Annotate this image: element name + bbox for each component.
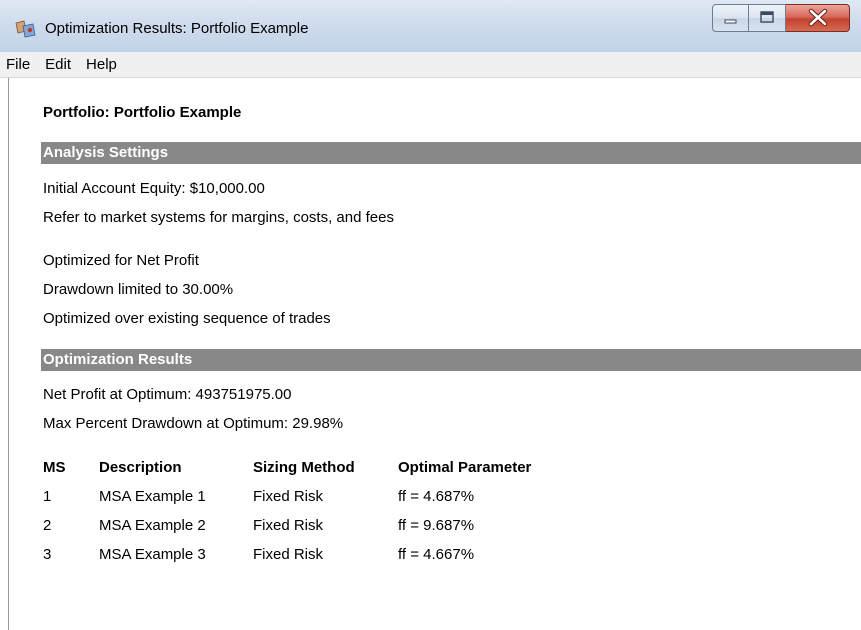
portfolio-title: Portfolio: Portfolio Example: [43, 104, 242, 121]
app-icon: [14, 19, 38, 39]
menu-file[interactable]: File: [6, 56, 30, 73]
row-ms: 2: [43, 517, 52, 534]
optimized-for-text: Optimized for Net Profit: [43, 252, 199, 269]
col-header-ms: MS: [43, 459, 66, 476]
menu-edit[interactable]: Edit: [45, 56, 71, 73]
col-header-sizing-method: Sizing Method: [253, 459, 355, 476]
close-icon: [786, 8, 850, 34]
initial-equity-text: Initial Account Equity: $10,000.00: [43, 180, 265, 197]
margins-note-text: Refer to market systems for margins, cos…: [43, 209, 394, 226]
maximize-button[interactable]: [749, 4, 786, 32]
drawdown-limit-text: Drawdown limited to 30.00%: [43, 281, 234, 298]
trade-sequence-text: Optimized over existing sequence of trad…: [43, 310, 331, 327]
row-optimal-parameter: ff = 4.687%: [398, 488, 475, 505]
minimize-button[interactable]: [712, 4, 749, 32]
window-controls: [712, 4, 850, 34]
minimize-icon: [713, 18, 750, 34]
row-description: MSA Example 3: [99, 546, 206, 563]
net-profit-text: Net Profit at Optimum: 493751975.00: [43, 386, 292, 403]
menu-bar: File Edit Help: [0, 52, 861, 78]
row-ms: 3: [43, 546, 52, 563]
optimization-results-header: Optimization Results: [41, 349, 861, 371]
row-optimal-parameter: ff = 9.687%: [398, 517, 475, 534]
row-description: MSA Example 2: [99, 517, 206, 534]
row-sizing-method: Fixed Risk: [253, 546, 324, 563]
report-panel: Portfolio: Portfolio Example Analysis Se…: [8, 78, 861, 630]
col-header-optimal-parameter: Optimal Parameter: [398, 459, 532, 476]
max-drawdown-text: Max Percent Drawdown at Optimum: 29.98%: [43, 415, 344, 432]
maximize-icon: [749, 11, 786, 34]
row-description: MSA Example 1: [99, 488, 206, 505]
analysis-settings-header: Analysis Settings: [41, 142, 861, 164]
title-bar[interactable]: Optimization Results: Portfolio Example: [0, 0, 861, 52]
row-sizing-method: Fixed Risk: [253, 488, 324, 505]
row-optimal-parameter: ff = 4.667%: [398, 546, 475, 563]
row-ms: 1: [43, 488, 52, 505]
app-window: Optimization Results: Portfolio Example: [0, 0, 861, 630]
close-button[interactable]: [786, 4, 850, 32]
row-sizing-method: Fixed Risk: [253, 517, 324, 534]
menu-help[interactable]: Help: [86, 56, 117, 73]
window-title: Optimization Results: Portfolio Example: [45, 20, 309, 37]
col-header-description: Description: [99, 459, 182, 476]
